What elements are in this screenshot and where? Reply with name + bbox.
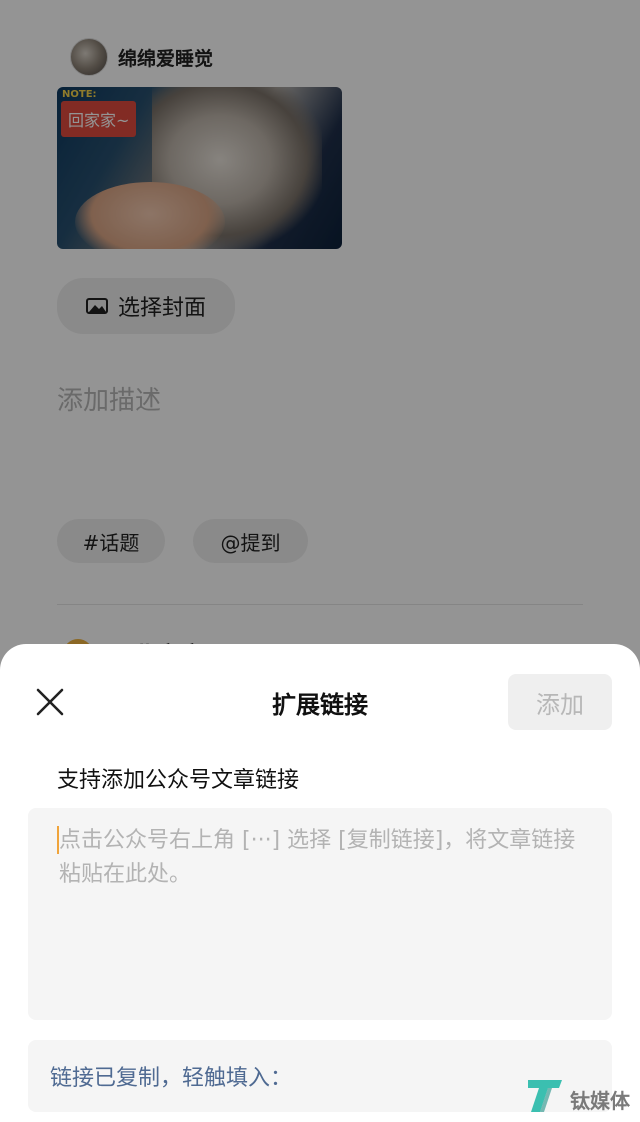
- add-button[interactable]: 添加: [508, 674, 612, 730]
- watermark: 钛媒体: [526, 1072, 630, 1114]
- extended-link-sheet: 扩展链接 添加 支持添加公众号文章链接 点击公众号右上角 [···] 选择 [复…: [0, 644, 640, 1122]
- tmtpost-logo-icon: [528, 1080, 562, 1112]
- link-input-placeholder: 点击公众号右上角 [···] 选择 [复制链接]，将文章链接粘贴在此处。: [59, 828, 576, 887]
- watermark-text: 钛媒体: [570, 1089, 630, 1113]
- paste-link-button[interactable]: 链接已复制，轻触填入：: [28, 1040, 612, 1112]
- paste-link-label: 链接已复制，轻触填入：: [50, 1066, 293, 1091]
- link-input[interactable]: 点击公众号右上角 [···] 选择 [复制链接]，将文章链接粘贴在此处。: [28, 808, 612, 1020]
- sheet-subtitle: 支持添加公众号文章链接: [57, 768, 300, 793]
